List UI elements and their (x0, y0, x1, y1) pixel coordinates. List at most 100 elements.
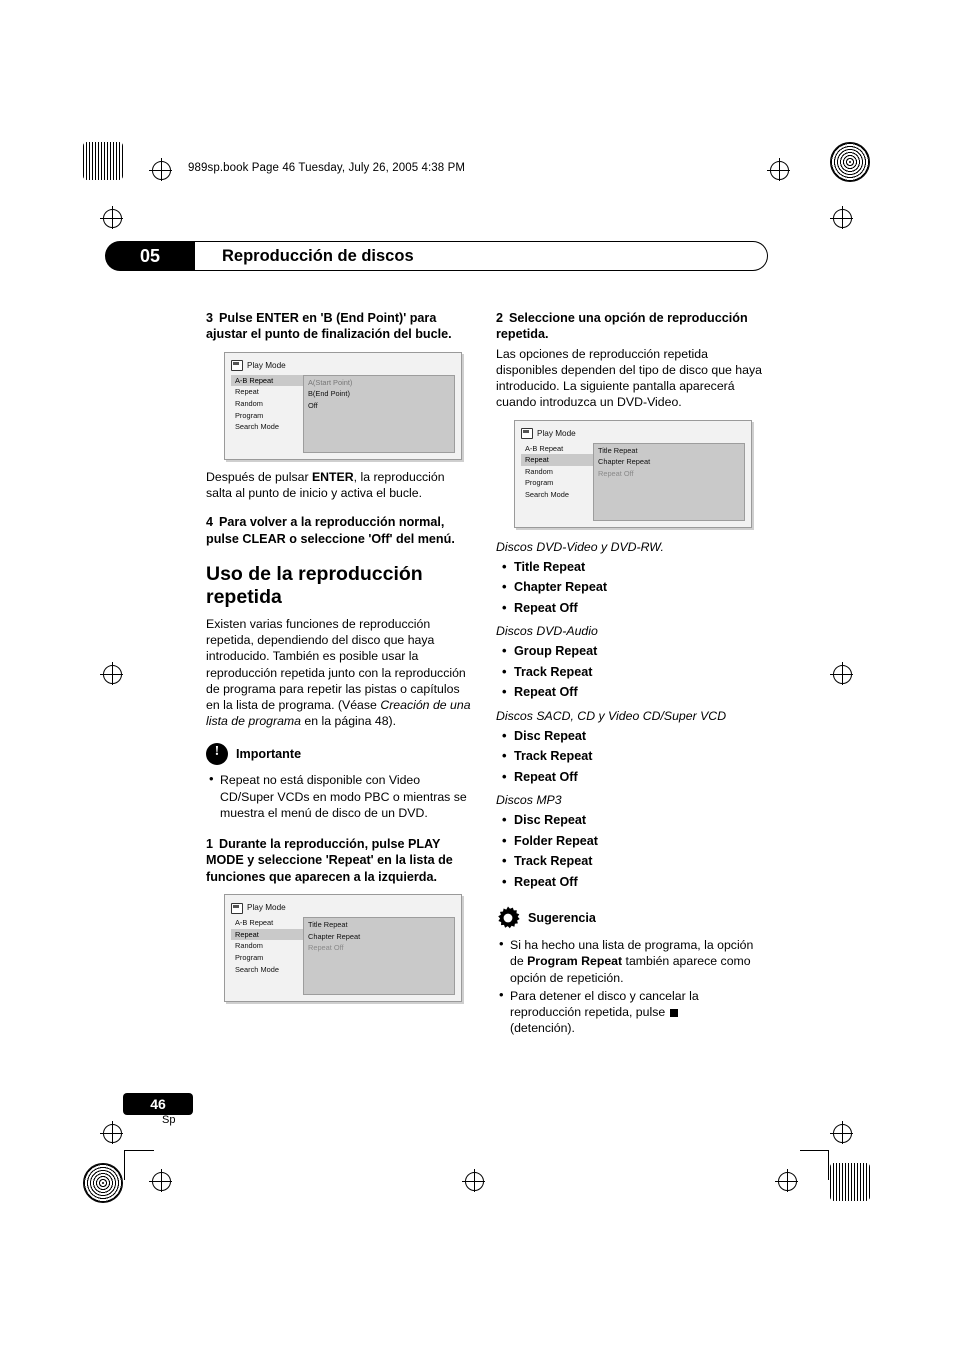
disc-group-options-mp3: Disc Repeat Folder Repeat Track Repeat R… (496, 810, 762, 892)
option-disc-repeat: Disc Repeat (496, 810, 762, 831)
crop-mark-bottom-right-horizontal (800, 1150, 829, 1151)
osd-menu-list-3: A-B Repeat Repeat Random Program Search … (521, 443, 593, 501)
osd-title-text-3: Play Mode (537, 428, 576, 438)
registration-mark-top-left (149, 158, 172, 181)
osd-title-row-2: Play Mode (231, 900, 286, 916)
option-repeat-off: Repeat Off (496, 872, 762, 893)
stop-square-icon (669, 1008, 678, 1017)
osd-option-panel: A(Start Point) B(End Point) Off (303, 374, 455, 453)
osd-option-chapter-repeat: Chapter Repeat (598, 457, 651, 467)
registration-mark-top-right (767, 158, 790, 181)
osd-screenshot-repeat-left: Play Mode A-B Repeat Repeat Random Progr… (224, 894, 462, 1003)
section-body-part2: en la página 48). (301, 714, 397, 729)
osd-option-chapter-repeat: Chapter Repeat (308, 931, 361, 941)
step-3-text: Pulse ENTER en 'B (End Point)' para ajus… (206, 311, 452, 342)
osd-option-title-repeat: Title Repeat (308, 920, 348, 930)
osd-screenshot-ab-repeat: Play Mode A-B Repeat Repeat Random Progr… (224, 351, 462, 460)
osd-menu-item-search-mode: Search Mode (235, 422, 279, 432)
registration-mark-left-middle (100, 662, 123, 685)
registration-mark-bottom-left (149, 1169, 172, 1192)
step-2-body: Las opciones de reproducción repetida di… (496, 346, 762, 410)
play-mode-icon (521, 428, 533, 440)
step-2: 2 Seleccione una opción de reproducción r… (496, 310, 762, 343)
option-folder-repeat: Folder Repeat (496, 831, 762, 852)
disc-group-label-sacd-cd-vcd: Discos SACD, CD y Video CD/Super VCD (496, 708, 727, 723)
play-mode-icon (231, 360, 243, 372)
registration-mark-right-upper (830, 206, 853, 229)
chapter-title-container: Reproducción de discos (195, 241, 768, 271)
registration-mark-bottom-right (775, 1169, 798, 1192)
option-repeat-off: Repeat Off (496, 767, 762, 788)
print-mark-hatch-bottom-right (830, 1163, 870, 1201)
step-1-number: 1 (206, 837, 214, 852)
chapter-number: 05 (105, 241, 195, 271)
after-osd1-pre: Después de pulsar (206, 469, 312, 484)
step-4-text: Para volver a la reproducción normal, pu… (206, 515, 455, 546)
chapter-title: Reproducción de discos (222, 247, 414, 265)
section-heading: Uso de la reproducción repetida (206, 563, 423, 609)
step-2-number: 2 (496, 311, 504, 325)
print-mark-blob-bottom-left (83, 1163, 123, 1203)
step-3-number: 3 (206, 311, 214, 325)
osd-title-text-2: Play Mode (247, 903, 286, 913)
osd-option-b-end-point: B(End Point) (308, 389, 350, 399)
tip-bullet-list: Si ha hecho una lista de programa, la op… (496, 936, 762, 1037)
tip-bullet-1-bold: Program Repeat (527, 954, 623, 969)
disc-group-options-dvd-video: Title Repeat Chapter Repeat Repeat Off (496, 557, 762, 619)
osd-screenshot-repeat-right: Play Mode A-B Repeat Repeat Random Progr… (514, 419, 752, 528)
print-mark-blob-top-right (830, 142, 870, 182)
section-body: Existen varias funciones de reproducción… (206, 616, 472, 729)
page-language-code: Sp (162, 1114, 176, 1126)
osd-menu-item-ab-repeat: A-B Repeat (525, 443, 564, 453)
option-title-repeat: Title Repeat (496, 557, 762, 578)
after-osd1-bold: ENTER (311, 469, 354, 484)
disc-group-label-dvd-video: Discos DVD-Video y DVD-RW. (496, 539, 664, 554)
after-osd1-paragraph: Después de pulsar ENTER, la reproducción… (206, 469, 472, 501)
print-mark-hatch-top-left (83, 142, 123, 180)
osd-menu-item-ab-repeat: A-B Repeat (235, 918, 274, 928)
chapter-banner: 05 Reproducción de discos (105, 241, 768, 271)
disc-group-label-dvd-audio: Discos DVD-Audio (496, 624, 598, 639)
play-mode-icon (231, 902, 243, 914)
osd-menu-item-repeat: Repeat (235, 387, 259, 397)
osd-option-repeat-off: Repeat Off (308, 943, 344, 953)
osd-option-panel-2: Title Repeat Chapter Repeat Repeat Off (303, 917, 455, 996)
step-3: 3 Pulse ENTER en 'B (End Point)' para aju… (206, 310, 472, 343)
osd-option-repeat-off: Repeat Off (598, 468, 634, 478)
option-track-repeat: Track Repeat (496, 662, 762, 683)
osd-menu-item-search-mode: Search Mode (525, 490, 569, 499)
step-2-text: Seleccione una opción de reproducción re… (496, 311, 748, 342)
important-bullet-1: Repeat no está disponible con Video CD/S… (206, 771, 472, 821)
crop-mark-bottom-right-vertical (828, 1150, 829, 1180)
osd-menu-list-2: A-B Repeat Repeat Random Program Search … (231, 917, 303, 975)
osd-menu-item-random: Random (235, 941, 263, 951)
registration-mark-left-lower (100, 1121, 123, 1144)
osd-title-row: Play Mode (231, 358, 286, 374)
osd-menu-item-random: Random (525, 466, 553, 476)
option-track-repeat: Track Repeat (496, 746, 762, 767)
tip-gear-icon (496, 906, 520, 930)
osd-title-row-3: Play Mode (521, 426, 576, 442)
option-chapter-repeat: Chapter Repeat (496, 577, 762, 598)
osd-option-panel-3: Title Repeat Chapter Repeat Repeat Off (593, 442, 745, 521)
important-note-header: Importante (206, 743, 472, 766)
osd-option-a-start-point: A(Start Point) (308, 377, 353, 387)
tip-label: Sugerencia (528, 911, 596, 926)
tip-bullet-2: Para detener el disco y cancelar la repr… (496, 987, 762, 1037)
step-1-text: Durante la reproducción, pulse PLAY MODE… (206, 837, 453, 884)
registration-mark-right-lower (830, 1121, 853, 1144)
step-1: 1 Durante la reproducción, pulse PLAY MOD… (206, 836, 472, 885)
tip-bullet-1: Si ha hecho una lista de programa, la op… (496, 936, 762, 986)
step-4-number: 4 (206, 515, 214, 530)
osd-title-text: Play Mode (247, 360, 286, 370)
tip-bullet-2-post: (detención). (510, 1021, 575, 1036)
osd-menu-item-program: Program (525, 478, 554, 488)
left-column: 3 Pulse ENTER en 'B (End Point)' para aju… (206, 310, 472, 1011)
step-4: 4 Para volver a la reproducción normal, p… (206, 514, 472, 547)
osd-menu-list: A-B Repeat Repeat Random Program Search … (231, 374, 303, 433)
registration-mark-right-middle (830, 662, 853, 685)
crop-mark-bottom-left-horizontal (124, 1150, 154, 1151)
osd-menu-item-program: Program (235, 953, 264, 963)
file-stamp: 989sp.book Page 46 Tuesday, July 26, 200… (188, 162, 466, 174)
disc-group-options-dvd-audio: Group Repeat Track Repeat Repeat Off (496, 641, 762, 703)
